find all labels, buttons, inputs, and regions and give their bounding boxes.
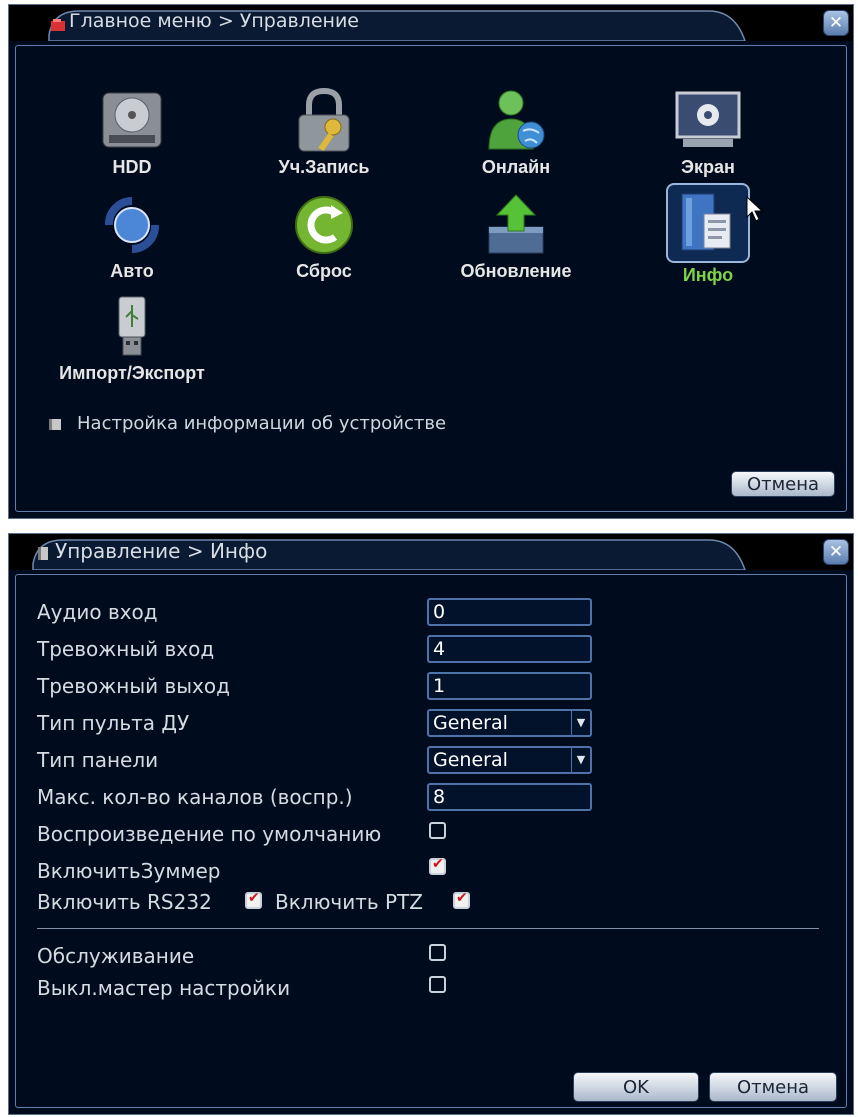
remote-type-label: Тип пульта ДУ <box>37 711 190 735</box>
hint-text: Настройка информации об устройстве <box>77 413 447 434</box>
panel-type-value: General <box>433 749 508 771</box>
hint-line: Настройка информации об устройстве <box>49 413 446 434</box>
menu-item-label: Уч.Запись <box>278 157 370 177</box>
rs232-checkbox[interactable] <box>245 890 262 909</box>
alarm-out-field[interactable]: 1 <box>427 672 592 700</box>
menu-item-label: HDD <box>112 157 152 177</box>
usb-drive-icon <box>118 296 146 356</box>
online-user-icon <box>488 90 545 150</box>
cancel-button[interactable]: Отмена <box>709 1072 837 1102</box>
info-book-icon <box>681 193 731 251</box>
default-playback-checkbox[interactable] <box>429 822 446 839</box>
menu-item-label: Авто <box>110 261 154 281</box>
ptz-checkbox[interactable] <box>453 890 470 909</box>
info-settings-window: Управление > Инфо ✕ Аудио вход 0 Тревожн… <box>8 533 854 1115</box>
audio-in-label: Аудио вход <box>37 600 158 624</box>
rs232-label: Включить RS232 <box>37 890 212 914</box>
menu-item-account[interactable]: Уч.Запись <box>249 87 399 178</box>
management-menu-window: Главное меню > Управление ✕ HDD Уч.Запис… <box>8 4 854 519</box>
reset-icon <box>295 196 353 254</box>
ptz-label: Включить PTZ <box>275 890 424 914</box>
screen-gear-icon <box>675 91 741 147</box>
menu-item-online[interactable]: Онлайн <box>441 87 591 178</box>
maintenance-checkbox[interactable] <box>429 944 446 961</box>
buzzer-checkbox[interactable] <box>429 856 446 875</box>
ok-button[interactable]: OK <box>573 1072 699 1102</box>
alarm-in-field[interactable]: 4 <box>427 635 592 663</box>
mouse-cursor-icon <box>746 195 764 222</box>
chevron-down-icon[interactable]: ▼ <box>571 748 590 772</box>
remote-type-value: General <box>433 712 508 734</box>
menu-item-hdd[interactable]: HDD <box>57 87 207 178</box>
remote-type-select[interactable]: General ▼ <box>427 709 592 737</box>
upgrade-arrow-icon <box>488 194 544 254</box>
menu-item-auto[interactable]: Авто <box>57 191 207 282</box>
menu-item-label: Сброс <box>296 261 352 281</box>
cancel-button[interactable]: Отмена <box>731 471 835 497</box>
window-title: Главное меню > Управление <box>69 10 359 32</box>
title-bar: Главное меню > Управление ✕ <box>9 5 853 41</box>
menu-item-label: Инфо <box>682 265 734 285</box>
menu-item-reset[interactable]: Сброс <box>249 191 399 282</box>
alarm-out-label: Тревожный выход <box>37 674 230 698</box>
max-channels-label: Макс. кол-во каналов (воспр.) <box>37 785 353 809</box>
menu-item-label: Экран <box>681 157 735 177</box>
panel-type-select[interactable]: General ▼ <box>427 746 592 774</box>
alarm-in-label: Тревожный вход <box>37 637 215 661</box>
menu-item-upgrade[interactable]: Обновление <box>441 191 591 282</box>
default-playback-label: Воспроизведение по умолчанию <box>37 822 382 846</box>
menu-item-label: Обновление <box>460 261 572 281</box>
active-highlight <box>666 183 750 263</box>
title-bar: Управление > Инфо ✕ <box>9 534 853 570</box>
maintenance-label: Обслуживание <box>37 944 195 968</box>
menu-item-label: Онлайн <box>481 157 551 177</box>
buzzer-label: ВключитьЗуммер <box>37 859 221 883</box>
close-button[interactable]: ✕ <box>823 539 849 565</box>
divider <box>37 928 819 929</box>
info-bullet-icon <box>49 418 61 430</box>
menu-item-screen[interactable]: Экран <box>633 87 783 178</box>
menu-item-import-export[interactable]: Импорт/Экспорт <box>57 293 207 384</box>
panel-type-label: Тип панели <box>37 748 159 772</box>
audio-in-field[interactable]: 0 <box>427 598 592 626</box>
lock-key-icon <box>298 87 350 152</box>
close-button[interactable]: ✕ <box>823 10 849 36</box>
max-channels-field[interactable]: 8 <box>427 783 592 811</box>
auto-cycle-icon <box>105 196 159 254</box>
chevron-down-icon[interactable]: ▼ <box>571 711 590 735</box>
wizard-off-label: Выкл.мастер настройки <box>37 976 291 1000</box>
menu-item-label: Импорт/Экспорт <box>59 363 205 383</box>
wizard-off-checkbox[interactable] <box>429 976 446 993</box>
window-title: Управление > Инфо <box>55 539 268 563</box>
hdd-icon <box>102 92 162 148</box>
